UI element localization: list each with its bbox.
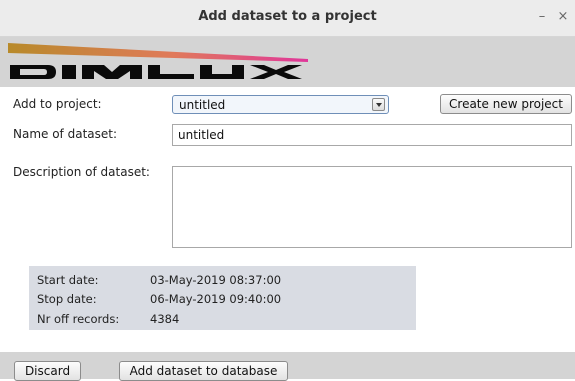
chevron-down-icon[interactable]: [372, 98, 385, 111]
add-dataset-button[interactable]: Add dataset to database: [119, 361, 288, 381]
footer-bar: Discard Add dataset to database: [0, 352, 575, 381]
stop-date-label: Stop date:: [37, 292, 97, 306]
add-dataset-dialog: Add dataset to a project – × Add to proj…: [0, 0, 575, 381]
close-button[interactable]: ×: [555, 8, 571, 26]
description-field[interactable]: [172, 166, 572, 248]
start-date-label: Start date:: [37, 273, 99, 287]
records-value: 4384: [150, 312, 180, 326]
records-label: Nr off records:: [37, 312, 120, 326]
banner: [0, 37, 575, 87]
create-project-button[interactable]: Create new project: [440, 94, 572, 114]
logo-stripe: [8, 43, 308, 62]
stop-date-value: 06-May-2019 09:40:00: [150, 292, 282, 306]
dimlux-logo: [8, 43, 308, 79]
project-label: Add to project:: [13, 97, 102, 111]
discard-button[interactable]: Discard: [14, 361, 81, 381]
description-label: Description of dataset:: [13, 165, 150, 179]
logo-lettering: [10, 65, 302, 79]
project-select-value: untitled: [179, 98, 226, 112]
minimize-button[interactable]: –: [534, 8, 550, 26]
window-title: Add dataset to a project: [198, 9, 377, 24]
name-label: Name of dataset:: [13, 127, 118, 141]
start-date-value: 03-May-2019 08:37:00: [150, 273, 282, 287]
title-bar: Add dataset to a project – ×: [0, 0, 575, 37]
dataset-name-field[interactable]: untitled: [172, 124, 572, 146]
dataset-info-panel: Start date: 03-May-2019 08:37:00 Stop da…: [29, 266, 416, 330]
project-select[interactable]: untitled: [172, 95, 389, 114]
